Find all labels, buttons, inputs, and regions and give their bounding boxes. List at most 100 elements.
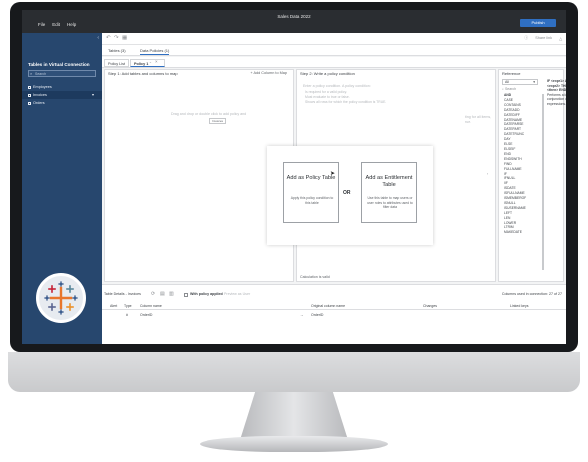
monitor-stand xyxy=(240,392,348,440)
table-icon xyxy=(28,85,31,89)
or-label: OR xyxy=(343,190,351,196)
grid-icon[interactable]: ▦ xyxy=(122,35,127,41)
primary-tabs: Tables (3) Data Policies (1) xyxy=(102,45,566,56)
step1-hint: Drag and drop or double click to add pol… xyxy=(171,112,247,116)
header-alert: Alert xyxy=(110,304,118,308)
list-view-icon[interactable]: ▥ xyxy=(169,291,174,297)
row-column-name: OrderID xyxy=(140,313,153,317)
calculation-status: Calculation is valid xyxy=(300,275,330,279)
reference-title: Reference xyxy=(502,71,521,76)
publish-button[interactable]: Publish xyxy=(520,19,556,27)
screen: Sales Data 2022 File Edit Help Publish ‹… xyxy=(22,10,566,344)
step1-header: Step 1: Add tables and columns to map xyxy=(108,71,178,76)
table-item-employees[interactable]: Employees xyxy=(22,83,102,91)
table-icon xyxy=(28,101,31,105)
function-syntax: IF <expr1> AND <expr2> THEN <then> END xyxy=(547,79,566,93)
header-changes: Changes xyxy=(423,304,438,308)
menu-help[interactable]: Help xyxy=(67,22,76,27)
refresh-icon[interactable]: ⟳ xyxy=(151,291,155,297)
arrow-icon: → xyxy=(300,313,304,317)
add-table-dialog: Add as Policy Table Apply this policy co… xyxy=(267,146,433,245)
function-description: IF <expr1> AND <expr2> THEN <then> END P… xyxy=(547,79,566,107)
monitor-chin xyxy=(8,352,580,392)
table-item-label: Invoices xyxy=(33,93,47,97)
table-item-label: Employees xyxy=(33,85,52,89)
row-original-name: OrderID xyxy=(311,313,324,317)
reference-pane: Reference All ▾ ⌕ Search AND CASE CONTAINS… xyxy=(498,69,566,282)
app-topbar: Sales Data 2022 File Edit Help Publish xyxy=(22,10,566,33)
reference-filter-value: All xyxy=(505,80,509,84)
details-toolbar: Table Details - Invoices ⟳ ▤ ▥ With poli… xyxy=(104,291,562,299)
close-icon[interactable]: × xyxy=(155,59,158,64)
table-item-invoices[interactable]: Invoices ▾ xyxy=(22,91,102,99)
tab-tables[interactable]: Tables (3) xyxy=(108,48,126,53)
tableau-logo-icon xyxy=(44,281,78,315)
header-linked-keys: Linked keys xyxy=(510,304,529,308)
undo-icon[interactable]: ↶ xyxy=(106,35,111,41)
step1-pane: Step 1: Add tables and columns to map + … xyxy=(104,69,294,282)
menu-bar: File Edit Help xyxy=(38,22,76,27)
toolbar-right: ⓘ Share link △ xyxy=(524,36,562,41)
tab-menu-icon[interactable]: ⌄ xyxy=(149,60,152,64)
search-placeholder: Search xyxy=(35,72,47,76)
entitlement-card-title: Add as Entitlement Table xyxy=(365,175,413,188)
step2-side-text: ting for all items, xyxy=(465,115,492,119)
monitor-stand-base xyxy=(200,436,388,452)
left-panel-title: Tables in Virtual Connection xyxy=(28,62,90,67)
table-item-orders[interactable]: Orders xyxy=(22,99,102,107)
app-title: Sales Data 2022 xyxy=(277,14,311,19)
help-icon[interactable]: ⓘ xyxy=(524,36,528,41)
function-desc-text: Performs a logical conjunction on two ex… xyxy=(547,92,566,106)
collapse-icon[interactable]: ‹ xyxy=(97,35,99,41)
menu-edit[interactable]: Edit xyxy=(52,22,60,27)
redo-icon[interactable]: ↷ xyxy=(114,35,119,41)
policy-card-desc: Apply this policy condition to this tabl… xyxy=(290,196,334,205)
function-list: AND CASE CONTAINS DATEADD DATEDIFF DATENAME DA… xyxy=(504,93,526,235)
header-column-name: Column name xyxy=(140,304,162,308)
reference-filter-select[interactable]: All ▾ xyxy=(502,79,538,85)
reference-scrollbar[interactable] xyxy=(542,94,544,270)
with-policy-checkbox[interactable] xyxy=(184,292,188,297)
table-item-label: Orders xyxy=(33,101,45,105)
header-type: Type xyxy=(124,304,132,308)
reference-search-placeholder: Search xyxy=(504,87,517,91)
function-item[interactable]: MAKEDATE xyxy=(504,230,526,235)
table-search-input[interactable]: ⌕ Search xyxy=(28,70,96,77)
chevron-down-icon[interactable]: ▾ xyxy=(92,91,94,99)
policy-tabs: Policy List Policy 1 ⌄ × xyxy=(102,57,566,68)
tab-data-policies[interactable]: Data Policies (1) xyxy=(140,48,170,55)
tab-policy-list[interactable]: Policy List xyxy=(104,59,130,67)
monitor-stage: Sales Data 2022 File Edit Help Publish ‹… xyxy=(0,0,588,462)
with-policy-label: With policy applied xyxy=(190,292,223,296)
table-list: Employees Invoices ▾ Orders xyxy=(22,83,102,107)
search-icon: ⌕ xyxy=(30,71,33,76)
grid-view-icon[interactable]: ▤ xyxy=(160,291,165,297)
table-chip[interactable]: Invoices xyxy=(209,118,227,124)
share-link[interactable]: Share link xyxy=(535,36,552,41)
type-icon: # xyxy=(126,313,128,317)
tab-policy-1[interactable]: Policy 1 xyxy=(130,59,166,67)
details-title: Table Details - Invoices xyxy=(104,292,141,296)
main-area: ↶ ↷ ▦ ⓘ Share link △ Tables (3) Data Pol… xyxy=(102,33,566,344)
table-row[interactable]: # OrderID → OrderID xyxy=(102,311,566,319)
toolbar: ↶ ↷ ▦ ⓘ Share link △ xyxy=(102,33,566,45)
tableau-logo xyxy=(36,273,86,323)
reference-search-input[interactable]: ⌕ Search xyxy=(502,87,516,91)
menu-file[interactable]: File xyxy=(38,22,45,27)
table-details: Table Details - Invoices ⟳ ▤ ▥ With poli… xyxy=(102,284,566,344)
notification-icon[interactable]: △ xyxy=(559,36,562,41)
details-header-row: Alert Type Column name Original column n… xyxy=(102,302,566,310)
add-as-entitlement-table-card[interactable]: Add as Entitlement Table Use this table … xyxy=(361,162,417,223)
tab-policy-1-label: Policy 1 xyxy=(134,62,149,66)
preview-as-user-select[interactable]: Preview as User xyxy=(224,292,250,296)
chevron-down-icon: ▾ xyxy=(533,80,535,84)
condition-placeholder: Enter a policy condition. A policy condi… xyxy=(303,84,371,88)
bullet-3: Shows all rows for which the policy cond… xyxy=(305,100,387,104)
table-icon xyxy=(28,93,31,97)
add-column-button[interactable]: + Add Column to Map xyxy=(250,71,287,75)
chevron-right-icon[interactable]: › xyxy=(487,172,488,176)
left-panel: ‹ Tables in Virtual Connection ⌕ Search … xyxy=(22,33,102,344)
condition-bullets: Is required for a valid policy. Must eva… xyxy=(305,90,386,105)
header-original-name: Original column name xyxy=(311,304,346,308)
step2-side-text-2: rue. xyxy=(465,120,472,124)
